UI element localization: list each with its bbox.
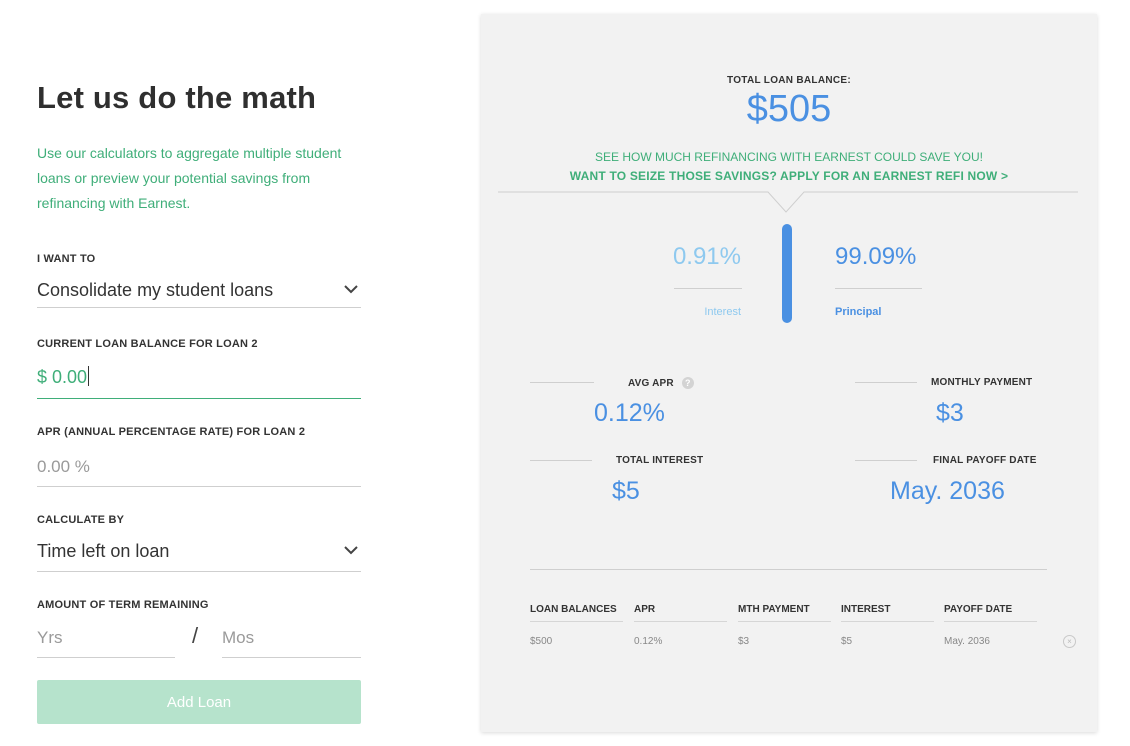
years-placeholder: Yrs bbox=[37, 628, 63, 647]
balance-label: CURRENT LOAN BALANCE FOR LOAN 2 bbox=[37, 338, 258, 350]
section-divider bbox=[530, 569, 1047, 570]
i-want-to-value: Consolidate my student loans bbox=[37, 280, 274, 300]
header-underline bbox=[738, 621, 831, 622]
years-input[interactable]: Yrs bbox=[37, 622, 175, 658]
i-want-to-label: I WANT TO bbox=[37, 253, 96, 265]
months-placeholder: Mos bbox=[222, 628, 255, 647]
balance-value: $ 0.00 bbox=[37, 367, 88, 387]
header-underline bbox=[944, 621, 1037, 622]
monthly-payment-value: $3 bbox=[936, 399, 964, 427]
chevron-down-icon bbox=[344, 546, 358, 555]
principal-label: Principal bbox=[835, 306, 882, 318]
total-interest-label: TOTAL INTEREST bbox=[616, 455, 704, 466]
principal-underline bbox=[835, 288, 922, 289]
header-underline bbox=[530, 621, 623, 622]
remove-loan-icon[interactable]: × bbox=[1063, 635, 1076, 648]
monthly-payment-label: MONTHLY PAYMENT bbox=[931, 377, 1033, 388]
interest-label: Interest bbox=[704, 306, 741, 318]
header-underline bbox=[841, 621, 934, 622]
term-label: AMOUNT OF TERM REMAINING bbox=[37, 599, 209, 611]
page-title: Let us do the math bbox=[37, 80, 317, 115]
calc-by-value: Time left on loan bbox=[37, 541, 170, 561]
cell-payoff: May. 2036 bbox=[944, 636, 990, 647]
stat-line bbox=[855, 460, 917, 461]
principal-percent: 99.09% bbox=[835, 243, 917, 270]
cell-payment: $3 bbox=[738, 636, 750, 647]
apr-label: APR (ANNUAL PERCENTAGE RATE) FOR LOAN 2 bbox=[37, 426, 306, 438]
total-interest-value: $5 bbox=[612, 477, 640, 505]
cell-interest: $5 bbox=[841, 636, 853, 647]
col-header-apr: APR bbox=[634, 604, 656, 615]
payoff-date-value: May. 2036 bbox=[890, 477, 1005, 505]
summary-panel: TOTAL LOAN BALANCE: $505 SEE HOW MUCH RE… bbox=[481, 14, 1097, 732]
stat-line bbox=[530, 460, 592, 461]
chevron-down-icon bbox=[344, 285, 358, 294]
cell-apr: 0.12% bbox=[634, 636, 663, 647]
help-icon[interactable]: ? bbox=[681, 377, 694, 389]
calc-by-select[interactable]: Time left on loan bbox=[37, 535, 361, 572]
stat-line bbox=[530, 382, 594, 383]
interest-underline bbox=[674, 288, 742, 289]
i-want-to-select[interactable]: Consolidate my student loans bbox=[37, 274, 361, 308]
header-underline bbox=[634, 621, 727, 622]
col-header-payment: MTH PAYMENT bbox=[738, 604, 810, 615]
cell-balance: $500 bbox=[530, 636, 553, 647]
avg-apr-value: 0.12% bbox=[594, 399, 665, 427]
interest-percent: 0.91% bbox=[672, 243, 741, 270]
col-header-balances: LOAN BALANCES bbox=[530, 604, 617, 615]
term-separator: / bbox=[192, 623, 199, 648]
pointer-divider bbox=[498, 191, 1078, 213]
intro-text: Use our calculators to aggregate multipl… bbox=[37, 145, 342, 211]
avg-apr-label: AVG APR? bbox=[628, 377, 694, 389]
balance-input[interactable]: $ 0.00 bbox=[37, 361, 361, 399]
apr-input[interactable]: 0.00 % bbox=[37, 451, 361, 487]
calc-by-label: CALCULATE BY bbox=[37, 514, 125, 526]
principal-interest-bar bbox=[782, 224, 792, 323]
col-header-payoff: PAYOFF DATE bbox=[944, 604, 1013, 615]
add-loan-button[interactable]: Add Loan bbox=[37, 680, 361, 724]
months-input[interactable]: Mos bbox=[222, 622, 361, 658]
stat-line bbox=[855, 382, 917, 383]
text-cursor bbox=[88, 366, 90, 386]
col-header-interest: INTEREST bbox=[841, 604, 891, 615]
apr-placeholder: 0.00 % bbox=[37, 457, 90, 476]
payoff-date-label: FINAL PAYOFF DATE bbox=[933, 455, 1037, 466]
